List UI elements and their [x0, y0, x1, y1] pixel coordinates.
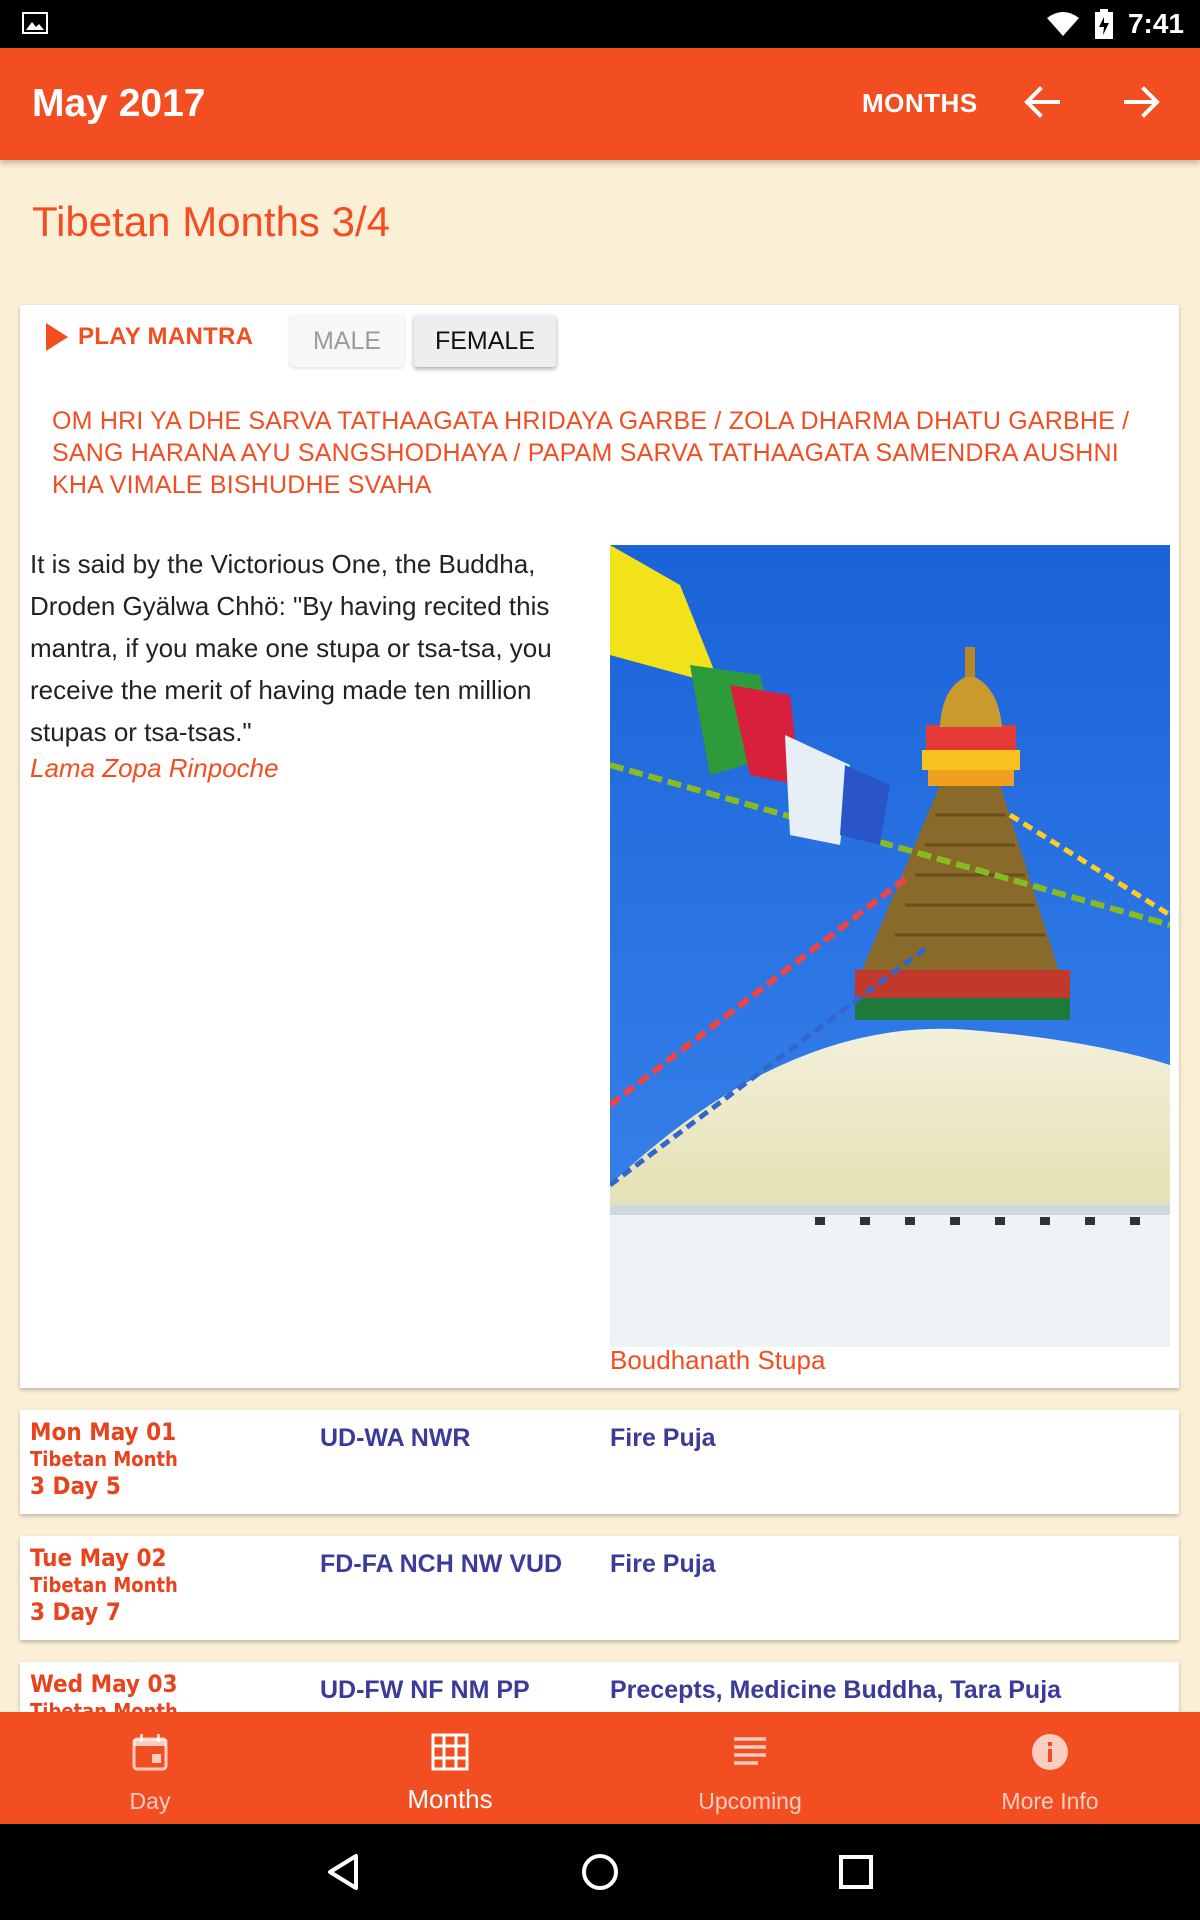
nav-day[interactable]: Day: [0, 1712, 300, 1824]
bottom-navigation: Day Months Upcoming More Info: [0, 1712, 1200, 1824]
nav-months[interactable]: Months: [300, 1712, 600, 1824]
play-mantra-button[interactable]: PLAY MANTRA: [46, 323, 253, 351]
status-bar: 7:41: [0, 0, 1200, 48]
calendar-event-icon: [132, 1734, 168, 1771]
home-icon[interactable]: [572, 1844, 628, 1900]
back-icon[interactable]: [316, 1844, 372, 1900]
day-code: UD-FW NF NM PP: [320, 1676, 530, 1704]
months-button[interactable]: MONTHS: [862, 88, 978, 119]
nav-more-info[interactable]: More Info: [900, 1712, 1200, 1824]
wifi-icon: [1046, 12, 1079, 36]
day-event: Fire Puja: [610, 1550, 716, 1578]
clock: 7:41: [1127, 8, 1184, 39]
day-event: Precepts, Medicine Buddha, Tara Puja: [610, 1676, 1062, 1704]
tibetan-month-label: Tibetan Month: [30, 1573, 178, 1597]
day-row[interactable]: Wed May 03 Tibetan Month UD-FW NF NM PP …: [20, 1662, 1179, 1712]
day-row[interactable]: Mon May 01 Tibetan Month 3 Day 5 UD-WA N…: [20, 1410, 1179, 1514]
day-date: Tue May 02 Tibetan Month 3 Day 7: [30, 1544, 178, 1626]
day-event: Fire Puja: [610, 1424, 716, 1452]
previous-arrow-icon[interactable]: [1018, 78, 1066, 126]
image-notification-icon: [22, 12, 48, 34]
info-icon: [1032, 1734, 1068, 1770]
tibetan-month-label: Tibetan Month: [30, 1447, 178, 1471]
mantra-text: OM HRI YA DHE SARVA TATHAAGATA HRIDAYA G…: [52, 407, 1130, 499]
female-voice-button[interactable]: FEMALE: [414, 315, 556, 367]
day-date-label: Mon May 01: [30, 1418, 177, 1446]
tibetan-month-label: Tibetan Month: [30, 1699, 178, 1712]
day-date: Wed May 03 Tibetan Month: [30, 1670, 178, 1712]
male-voice-button[interactable]: MALE: [290, 315, 404, 367]
nav-months-label: Months: [407, 1784, 493, 1814]
quote-author: Lama Zopa Rinpoche: [30, 753, 279, 783]
day-date: Mon May 01 Tibetan Month 3 Day 5: [30, 1418, 178, 1500]
section-title: Tibetan Months 3/4: [32, 198, 390, 245]
nav-day-label: Day: [129, 1788, 171, 1814]
day-date-label: Wed May 03: [30, 1670, 178, 1698]
next-arrow-icon[interactable]: [1118, 78, 1166, 126]
nav-upcoming[interactable]: Upcoming: [600, 1712, 900, 1824]
day-code: FD-FA NCH NW VUD: [320, 1550, 563, 1578]
photo-caption: Boudhanath Stupa: [610, 1345, 826, 1375]
page-title: May 2017: [32, 82, 206, 125]
nav-upcoming-label: Upcoming: [698, 1788, 802, 1814]
day-date-label: Tue May 02: [30, 1544, 167, 1572]
quote-text: It is said by the Victorious One, the Bu…: [30, 549, 552, 747]
play-mantra-label: PLAY MANTRA: [78, 323, 254, 350]
system-navigation-bar: [0, 1824, 1200, 1920]
tibetan-day-label: 3 Day 7: [30, 1598, 121, 1626]
recents-icon[interactable]: [828, 1844, 884, 1900]
battery-icon: [1094, 9, 1113, 39]
app-bar: May 2017 MONTHS: [0, 48, 1200, 160]
day-code: UD-WA NWR: [320, 1424, 471, 1452]
nav-more-info-label: More Info: [1001, 1788, 1099, 1814]
grid-icon: [431, 1733, 469, 1771]
mantra-card: PLAY MANTRA MALE FEMALE OM HRI YA DHE SA…: [20, 305, 1179, 1388]
stupa-photo: [610, 545, 1170, 1347]
list-icon: [734, 1737, 766, 1765]
tibetan-day-label: 3 Day 5: [30, 1472, 121, 1500]
day-row[interactable]: Tue May 02 Tibetan Month 3 Day 7 FD-FA N…: [20, 1536, 1179, 1640]
play-icon: [46, 323, 68, 351]
